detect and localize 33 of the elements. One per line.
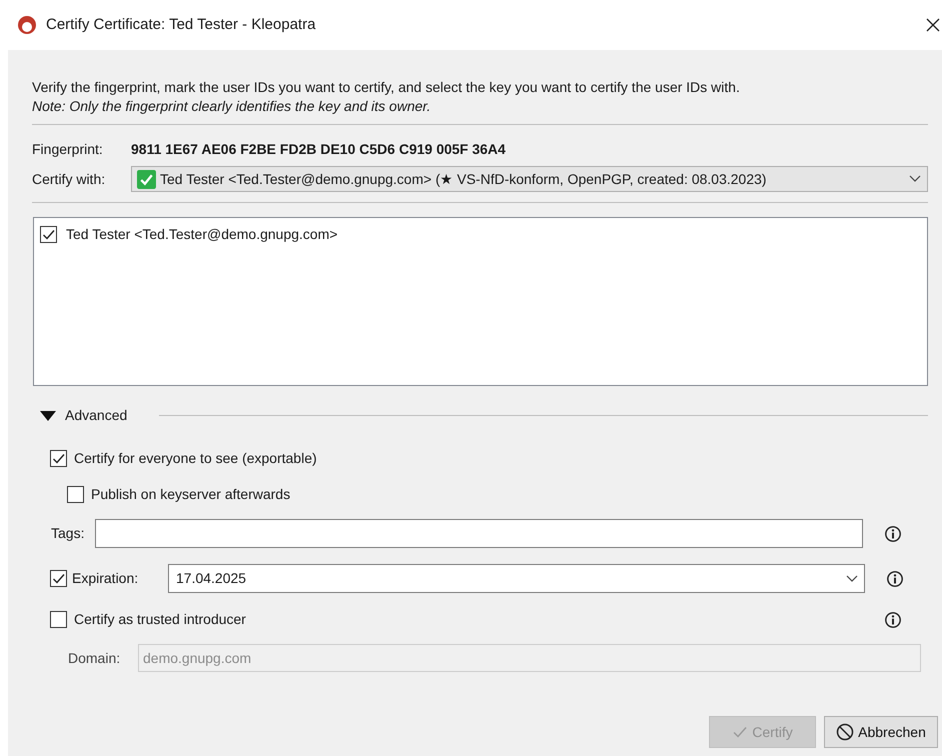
checkbox[interactable] [67,486,84,503]
expiration-label[interactable]: Expiration: [72,568,168,589]
trusted-introducer-label[interactable]: Certify as trusted introducer [74,609,884,630]
advanced-toggle[interactable]: Advanced [40,405,128,426]
checkbox[interactable] [50,570,67,587]
cancel-button[interactable]: Abbrechen [824,716,938,748]
exportable-label[interactable]: Certify for everyone to see (exportable) [74,448,317,469]
info-icon[interactable] [884,524,902,542]
fingerprint-label: Fingerprint: [32,140,104,159]
triangle-down-icon [40,410,56,420]
info-icon[interactable] [886,570,904,588]
close-icon[interactable] [926,18,940,32]
tags-label: Tags: [51,524,86,543]
domain-label: Domain: [68,648,122,668]
chevron-down-icon [846,574,858,582]
certify-with-dropdown[interactable]: Ted Tester <Ted.Tester@demo.gnupg.com> (★ VS-NfD-konform, OpenPGP, created: 08.03.2023) [131,166,928,192]
checkmark-icon [137,170,156,188]
checkbox[interactable] [50,450,67,467]
instruction-text: Verify the fingerprint, mark the user IDs you want to certify, and select the key you want to certify the user IDs with. [32,78,741,97]
app-logo-icon [17,15,37,35]
checkbox[interactable] [50,611,67,628]
prohibited-icon [836,723,854,741]
chevron-down-icon [909,175,921,183]
note-text: Note: Only the fingerprint clearly identifies the key and its owner. [32,97,432,116]
publish-label[interactable]: Publish on keyserver afterwards [91,484,290,505]
checkbox[interactable] [40,226,57,243]
user-id-item[interactable]: Ted Tester <Ted.Tester@demo.gnupg.com> [66,224,338,245]
certify-with-label: Certify with: [32,170,106,189]
info-icon[interactable] [884,610,902,628]
window-title: Certify Certificate: Ted Tester - Kleopatra [46,14,316,35]
fingerprint-value: 9811 1E67 AE06 F2BE FD2B DE10 C5D6 C919 005F 36A4 [131,140,506,159]
tags-input[interactable] [95,519,863,548]
expiration-date-field[interactable]: 17.04.2025 [168,564,865,593]
